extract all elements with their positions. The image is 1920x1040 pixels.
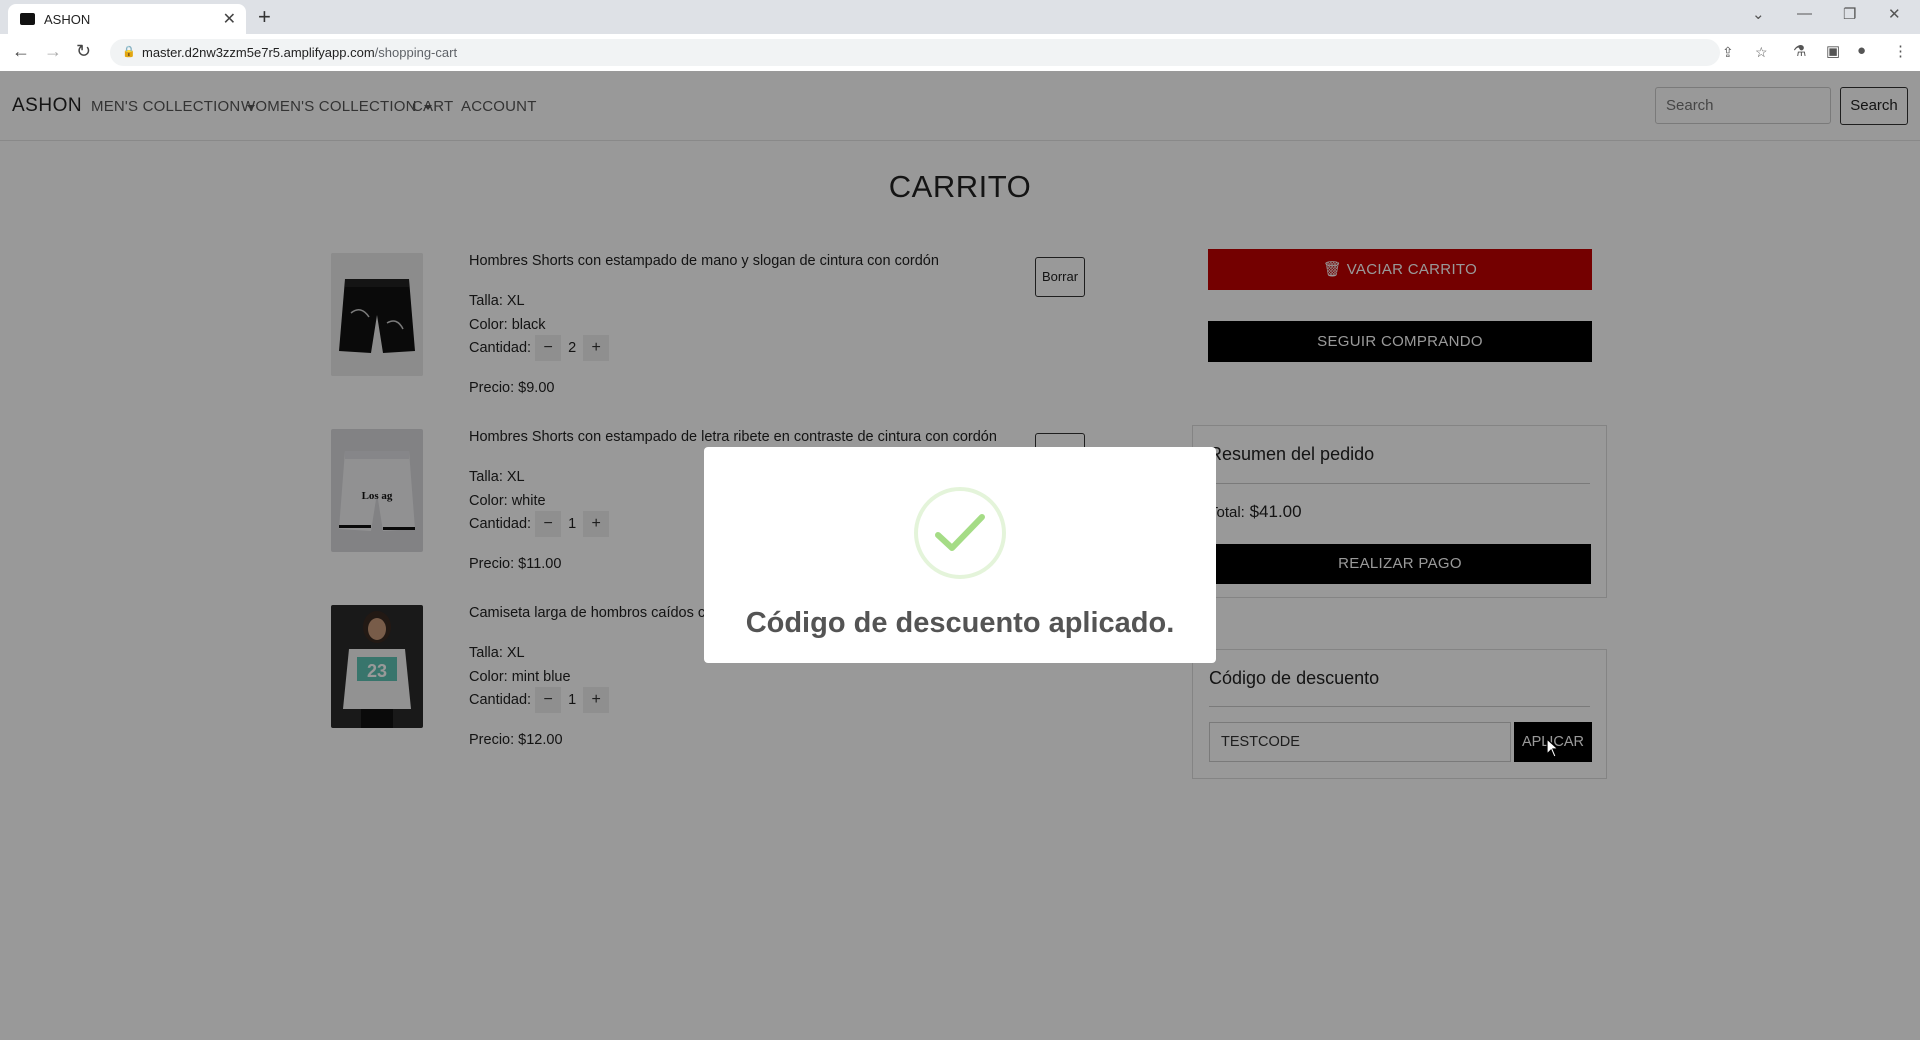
alert-message: Código de descuento aplicado.	[745, 607, 1175, 639]
bookmark-star-icon[interactable]: ☆	[1755, 44, 1768, 61]
address-bar: ← → ↻ 🔒 master.d2nw3zzm5e7r5.amplifyapp.…	[0, 34, 1920, 72]
close-tab-icon[interactable]: ✕	[223, 9, 236, 29]
forward-icon[interactable]: →	[44, 41, 62, 62]
reload-icon[interactable]: ↻	[76, 41, 91, 62]
profile-avatar-icon[interactable]: ●	[1857, 42, 1866, 59]
browser-menu-icon[interactable]: ⋮	[1893, 42, 1908, 60]
new-tab-icon[interactable]: +	[258, 4, 271, 30]
share-icon[interactable]: ⇪	[1722, 44, 1734, 61]
browser-tab-bar: ASHON ✕ + ⌄ — ❐ ✕	[0, 0, 1920, 34]
side-panel-icon[interactable]: ▣	[1826, 42, 1840, 60]
close-window-icon[interactable]: ✕	[1888, 5, 1901, 23]
minimize-icon[interactable]: —	[1797, 5, 1812, 22]
tab-title: ASHON	[44, 12, 91, 27]
site-favicon-icon	[20, 13, 35, 25]
extension-icon[interactable]: ⚗	[1793, 42, 1806, 60]
mouse-cursor-icon	[1546, 738, 1560, 758]
back-icon[interactable]: ←	[12, 41, 30, 62]
url-text: master.d2nw3zzm5e7r5.amplifyapp.com/shop…	[142, 45, 458, 60]
success-alert-modal: Código de descuento aplicado.	[704, 447, 1216, 663]
success-check-icon	[914, 487, 1006, 579]
lock-icon: 🔒	[122, 46, 136, 58]
url-field[interactable]: 🔒 master.d2nw3zzm5e7r5.amplifyapp.com/sh…	[110, 39, 1768, 66]
tab-search-icon[interactable]: ⌄	[1752, 5, 1765, 23]
restore-icon[interactable]: ❐	[1843, 5, 1856, 23]
browser-tab[interactable]: ASHON ✕	[8, 4, 246, 34]
